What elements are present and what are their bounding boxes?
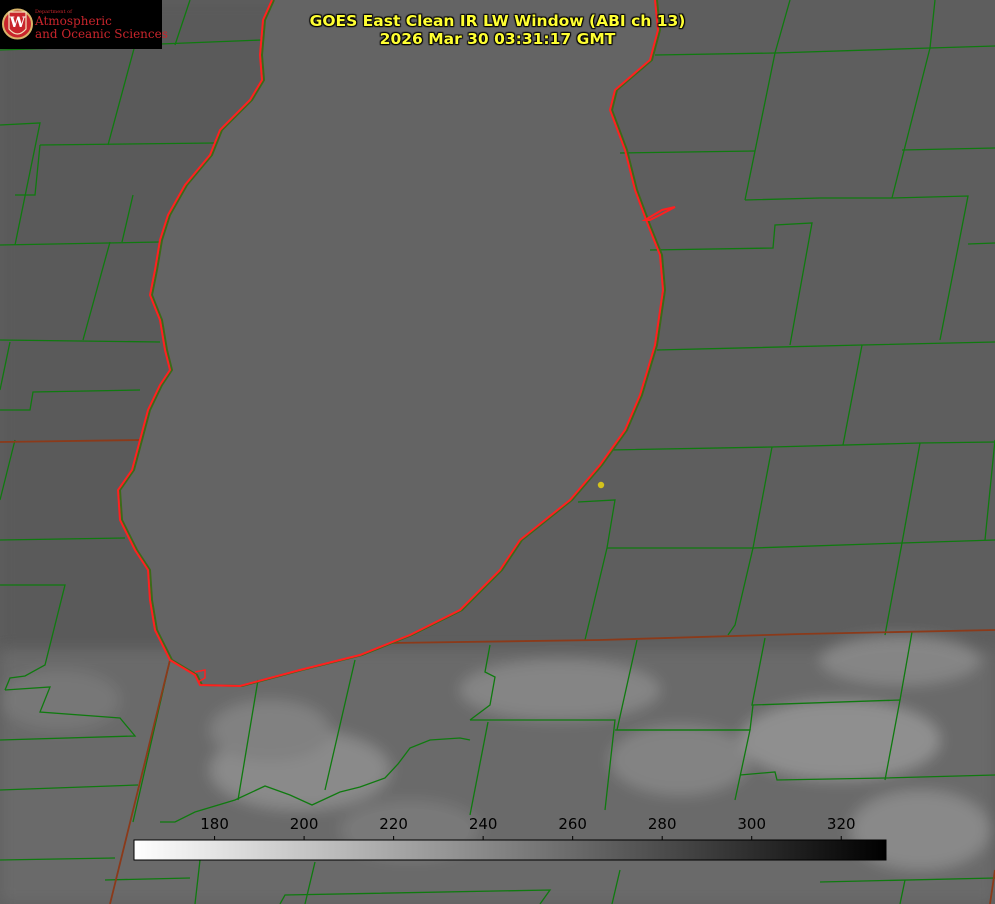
colorbar-tick-label: 180 (200, 815, 229, 833)
station-marker (597, 481, 605, 489)
colorbar-tick-label: 260 (558, 815, 587, 833)
image-title: GOES East Clean IR LW Window (ABI ch 13) (309, 12, 686, 30)
cloud-field (0, 635, 995, 904)
colorbar-tick-label: 320 (826, 815, 856, 833)
colorbar-tick-label: 200 (289, 815, 319, 833)
satellite-map (0, 0, 995, 904)
image-timestamp: 2026 Mar 30 03:31:17 GMT (379, 30, 616, 48)
colorbar (133, 839, 887, 861)
colorbar-tick-label: 240 (468, 815, 498, 833)
colorbar-tick-label: 220 (379, 815, 408, 833)
colorbar-tick-label: 280 (647, 815, 677, 833)
colorbar-tick-label: 300 (737, 815, 767, 833)
